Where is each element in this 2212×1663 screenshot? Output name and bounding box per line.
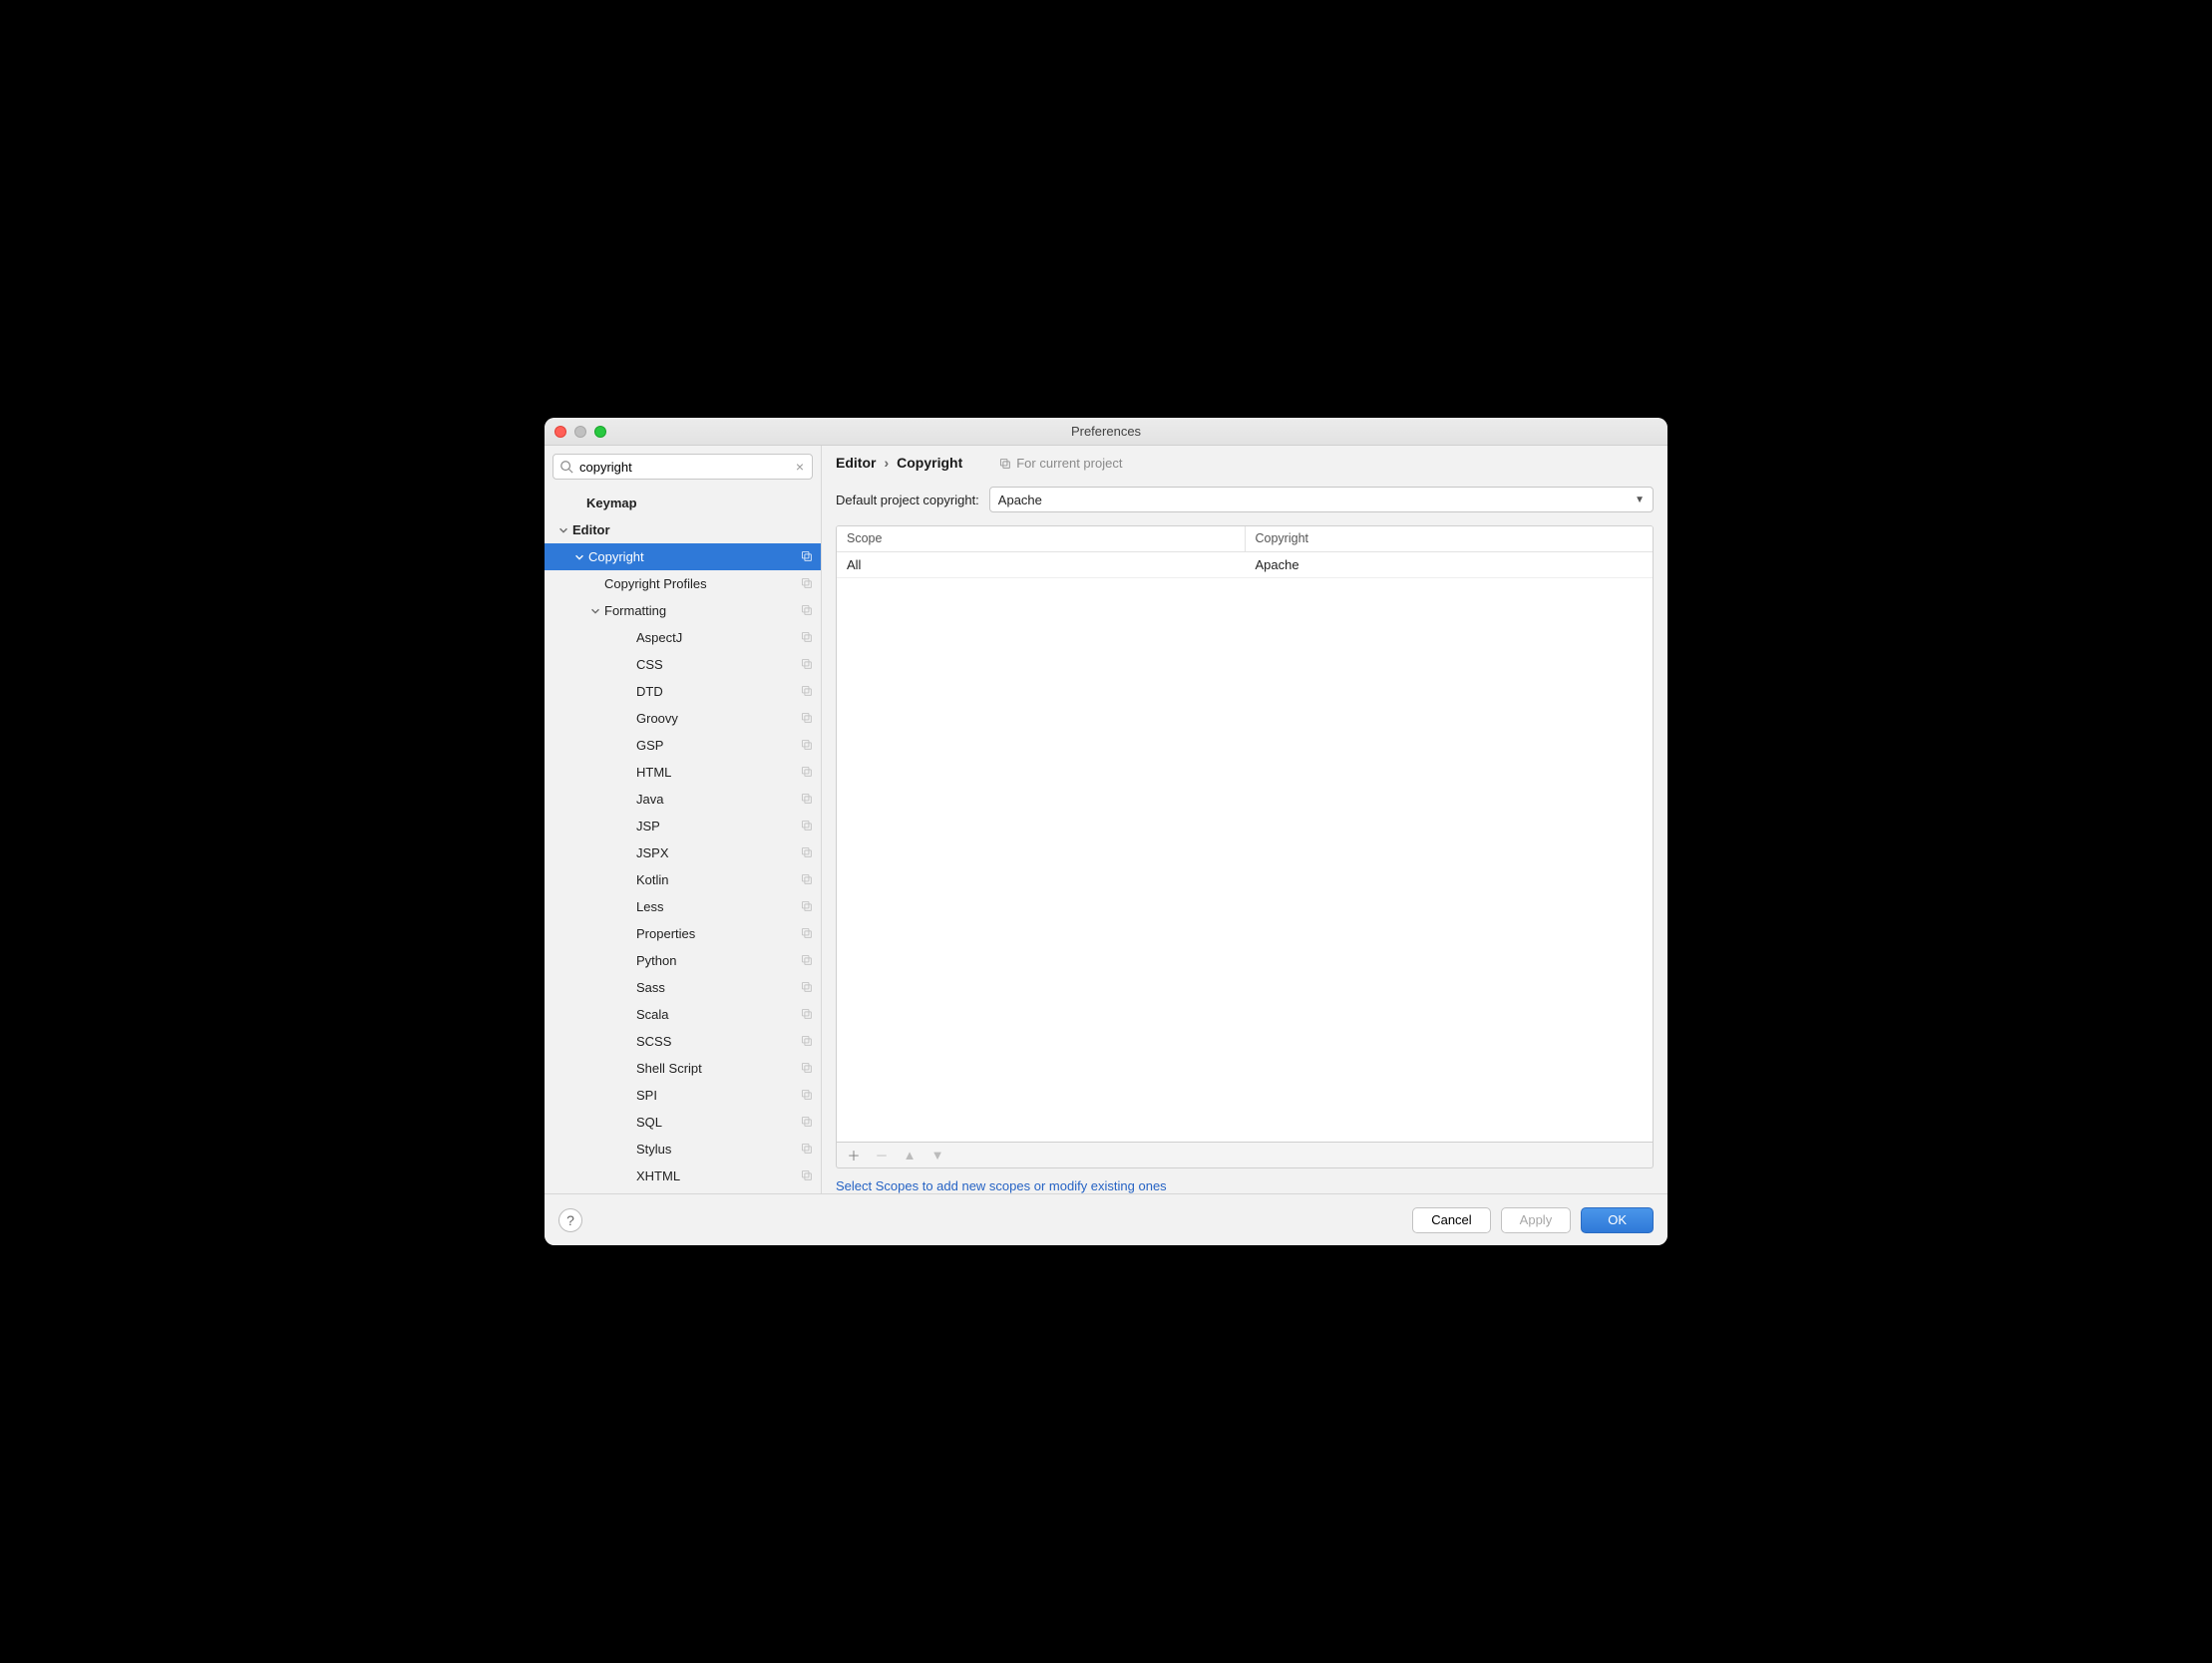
tree-item-label: Less [636,899,800,914]
default-copyright-value: Apache [998,493,1042,507]
scopes-table: Scope Copyright AllApache [836,525,1654,1143]
tree-item-label: Stylus [636,1142,800,1157]
tree-item[interactable]: Scala [545,1001,821,1028]
settings-tree[interactable]: Keymap Editor Copyright Copyright Profiles F… [545,488,821,1193]
tree-item-label: CSS [636,657,800,672]
tree-item[interactable]: Sass [545,974,821,1001]
tree-item-label: GSP [636,738,800,753]
tree-item-label: Python [636,953,800,968]
tree-item[interactable]: JSPX [545,839,821,866]
tree-item-label: HTML [636,765,800,780]
tree-item[interactable]: Less [545,893,821,920]
tree-item-label: Kotlin [636,872,800,887]
default-copyright-label: Default project copyright: [836,493,979,507]
tree-item[interactable]: XHTML [545,1163,821,1189]
titlebar: Preferences [545,418,1667,446]
window-title: Preferences [545,424,1667,439]
search-input[interactable] [573,460,794,475]
tree-item[interactable]: Python [545,947,821,974]
tree-item[interactable]: GSP [545,732,821,759]
tree-item[interactable]: Editor [545,516,821,543]
tree-item[interactable]: Copyright [545,543,821,570]
project-scope-hint: For current project [998,456,1122,471]
tree-item[interactable]: Keymap [545,490,821,516]
tree-item[interactable]: Java [545,786,821,813]
main-panel: Editor › Copyright For current project D… [822,446,1667,1193]
tree-item[interactable]: Formatting [545,597,821,624]
tree-item-label: Formatting [604,603,800,618]
tree-item-label: Shell Script [636,1061,800,1076]
tree-item-label: Properties [636,926,800,941]
tree-item-label: Keymap [586,496,813,510]
tree-item[interactable]: HTML [545,759,821,786]
tree-item-label: Java [636,792,800,807]
sidebar: × Keymap Editor Copyright Copyright Profile… [545,446,822,1193]
dialog-footer: ? Cancel Apply OK [545,1193,1667,1245]
ok-button[interactable]: OK [1581,1207,1654,1233]
tree-item[interactable]: Properties [545,920,821,947]
preferences-window: Preferences × Keymap Editor Copyright Copyr… [545,418,1667,1245]
move-up-button[interactable]: ▲ [903,1148,917,1163]
tree-item[interactable]: SCSS [545,1028,821,1055]
tree-item-label: XHTML [636,1168,800,1183]
remove-button[interactable]: － [875,1146,889,1164]
clear-search-icon[interactable]: × [794,459,806,475]
tree-item[interactable]: AspectJ [545,624,821,651]
maximize-window-button[interactable] [594,426,606,438]
help-button[interactable]: ? [558,1208,582,1232]
tree-item[interactable]: SPI [545,1082,821,1109]
search-field[interactable]: × [553,454,813,480]
select-scopes-link[interactable]: Select Scopes to add new scopes or modif… [836,1178,1167,1193]
tree-item[interactable]: JSP [545,813,821,839]
table-toolbar: ＋ － ▲ ▼ [836,1143,1654,1168]
cell-copyright: Apache [1246,552,1654,577]
breadcrumb-separator: › [884,455,889,471]
window-controls [545,426,606,438]
apply-button[interactable]: Apply [1501,1207,1572,1233]
tree-item-label: SCSS [636,1034,800,1049]
breadcrumb-root[interactable]: Editor [836,455,876,471]
tree-item-label: Groovy [636,711,800,726]
tree-item[interactable]: Copyright Profiles [545,570,821,597]
add-button[interactable]: ＋ [847,1146,861,1164]
move-down-button[interactable]: ▼ [930,1148,944,1163]
tree-item-label: Editor [572,522,813,537]
tree-item-label: Copyright [588,549,800,564]
breadcrumb: Editor › Copyright For current project [822,446,1667,480]
cell-scope: All [837,552,1246,577]
tree-item-label: DTD [636,684,800,699]
project-scope-icon [998,457,1011,470]
tree-item[interactable]: SQL [545,1109,821,1136]
tree-item-label: SQL [636,1115,800,1130]
default-copyright-select[interactable]: Apache ▼ [989,487,1654,512]
tree-item-label: JSPX [636,845,800,860]
table-row[interactable]: AllApache [837,552,1653,578]
tree-item[interactable]: DTD [545,678,821,705]
tree-item[interactable]: Groovy [545,705,821,732]
close-window-button[interactable] [554,426,566,438]
tree-item[interactable]: CSS [545,651,821,678]
tree-item-label: Scala [636,1007,800,1022]
chevron-down-icon: ▼ [1635,495,1645,505]
tree-item[interactable]: Kotlin [545,866,821,893]
tree-item-label: JSP [636,819,800,833]
breadcrumb-leaf: Copyright [897,455,962,471]
tree-item[interactable]: Shell Script [545,1055,821,1082]
tree-item-label: Copyright Profiles [604,576,800,591]
search-icon [559,460,573,474]
minimize-window-button[interactable] [574,426,586,438]
tree-item-label: AspectJ [636,630,800,645]
cancel-button[interactable]: Cancel [1412,1207,1490,1233]
column-header-scope[interactable]: Scope [837,526,1246,551]
column-header-copyright[interactable]: Copyright [1246,526,1654,551]
tree-item-label: Sass [636,980,800,995]
tree-item-label: SPI [636,1088,800,1103]
tree-item[interactable]: Stylus [545,1136,821,1163]
